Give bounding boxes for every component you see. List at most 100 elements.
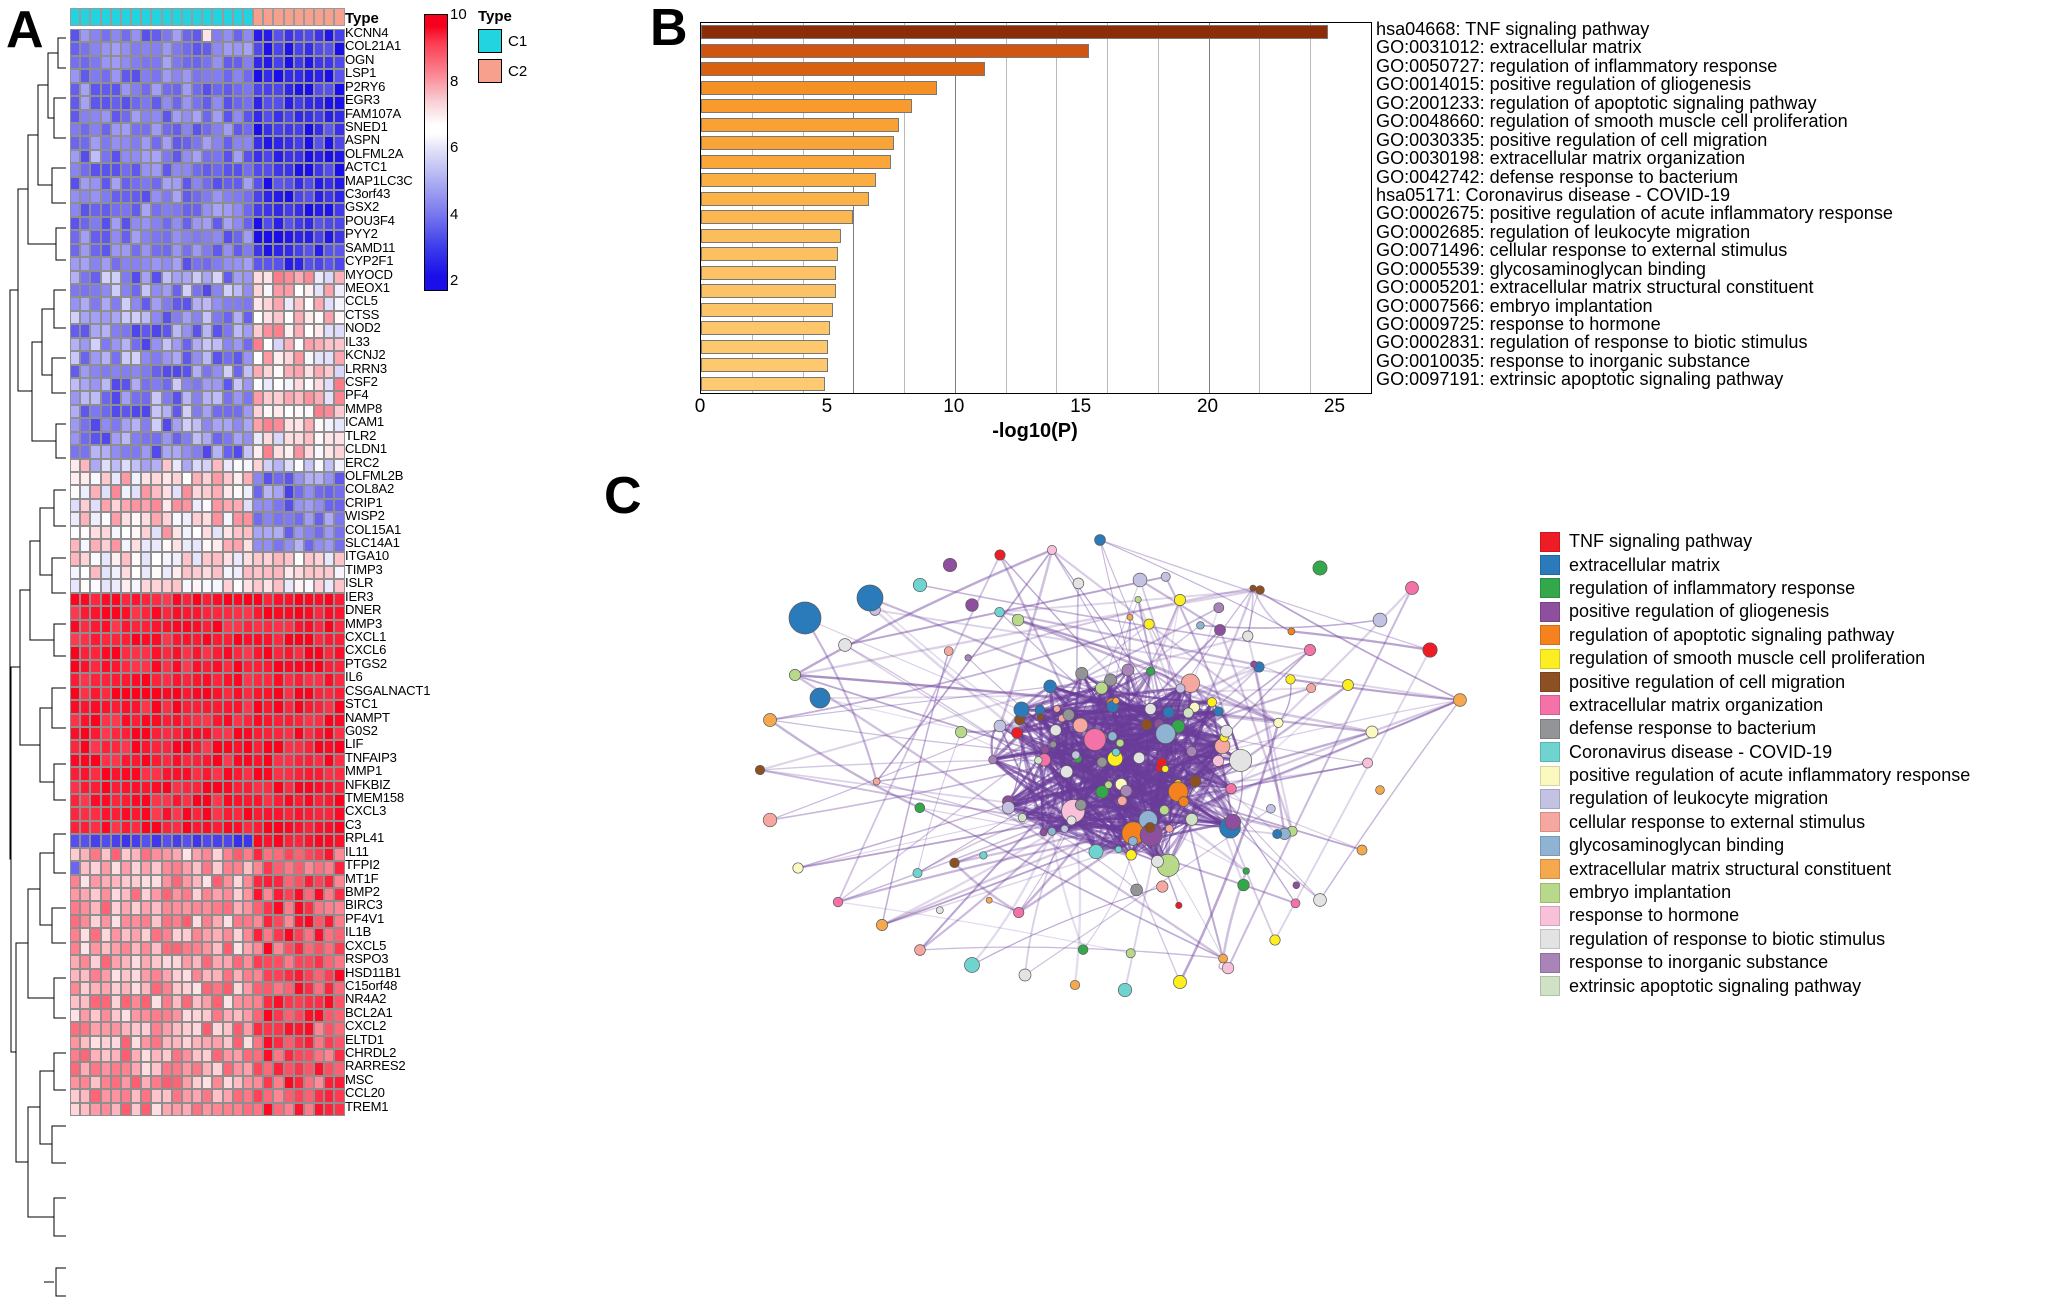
heatmap-cell: [273, 377, 284, 392]
network-legend-label: regulation of inflammatory response: [1569, 577, 1856, 598]
heatmap-cell: [303, 351, 315, 365]
heatmap-cell: [202, 163, 213, 177]
heatmap-cell: [283, 740, 294, 754]
heatmap-cell: [263, 995, 274, 1009]
heatmap-cell: [80, 981, 91, 996]
heatmap-cell: [222, 270, 233, 285]
heatmap-cell: [273, 753, 284, 768]
heatmap-cell: [232, 122, 243, 137]
heatmap-cell: [192, 659, 203, 674]
type-annotation-cell: [314, 8, 325, 26]
heatmap-cell: [212, 498, 223, 513]
heatmap-cell: [141, 364, 152, 378]
heatmap-cell: [151, 418, 162, 432]
heatmap-cell: [324, 431, 335, 446]
heatmap-cell: [171, 1008, 182, 1023]
heatmap-cell: [232, 1049, 243, 1063]
heatmap-cell: [141, 914, 152, 929]
heatmap-cell: [192, 888, 203, 902]
heatmap-cell: [293, 203, 304, 217]
heatmap-cell: [192, 337, 203, 352]
heatmap-cell: [151, 968, 162, 982]
heatmap-cell: [222, 807, 233, 821]
heatmap-cell: [100, 565, 111, 580]
heatmap-cell: [222, 230, 233, 244]
heatmap-cell: [222, 955, 233, 969]
heatmap-cell: [151, 55, 162, 70]
heatmap-cell: [151, 1022, 162, 1036]
heatmap-cell: [90, 257, 101, 271]
heatmap-cell: [263, 539, 274, 553]
heatmap-cell: [263, 418, 274, 432]
heatmap-cell: [293, 471, 304, 486]
heatmap-cell: [181, 96, 193, 110]
heatmap-cell: [283, 324, 294, 338]
gridline-major: [1208, 23, 1210, 393]
heatmap-cell: [80, 176, 91, 191]
heatmap-cell: [141, 740, 152, 754]
heatmap-cell: [232, 539, 243, 553]
network-node: [1242, 867, 1250, 875]
heatmap-cell: [222, 310, 233, 325]
heatmap-cell: [70, 149, 81, 164]
heatmap-cell: [303, 216, 315, 231]
heatmap-cell: [242, 807, 254, 821]
heatmap-cell: [110, 364, 121, 378]
heatmap-cell: [324, 713, 335, 727]
heatmap-cell: [232, 592, 243, 607]
heatmap-cell: [232, 216, 243, 231]
heatmap-cell: [171, 525, 182, 540]
heatmap-cell: [314, 1075, 325, 1090]
network-node: [988, 755, 998, 765]
heatmap-cell: [80, 243, 91, 258]
heatmap-cell: [212, 592, 223, 607]
heatmap-cell: [334, 659, 345, 674]
heatmap-cell: [161, 109, 172, 123]
heatmap-cell: [253, 458, 264, 472]
heatmap-cell: [324, 1075, 335, 1090]
heatmap-cell: [253, 955, 264, 969]
heatmap-cell: [273, 230, 284, 244]
heatmap-cell: [232, 284, 243, 298]
heatmap-cell: [314, 1008, 325, 1023]
heatmap-cell: [90, 579, 101, 593]
network-node: [1125, 849, 1137, 861]
heatmap-cell: [263, 458, 274, 472]
heatmap-cell: [151, 673, 162, 687]
network-legend-swatch: [1540, 742, 1560, 763]
gene-label: PTGS2: [345, 655, 387, 671]
heatmap-cell: [314, 955, 325, 969]
heatmap-cell: [171, 726, 182, 741]
network-node: [1115, 738, 1125, 748]
heatmap-cell: [131, 659, 142, 674]
heatmap-cell: [303, 619, 315, 633]
heatmap-cell: [324, 471, 335, 486]
heatmap-cell: [181, 807, 193, 821]
heatmap-cell: [334, 445, 345, 459]
type-annotation-cell: [232, 8, 243, 26]
heatmap-cell: [120, 1102, 132, 1117]
heatmap-cell: [253, 888, 264, 902]
heatmap-cell: [120, 1008, 132, 1023]
heatmap-cell: [120, 297, 132, 311]
heatmap-cell: [293, 807, 304, 821]
heatmap-cell: [263, 377, 274, 392]
heatmap-cell: [70, 740, 81, 754]
heatmap-cell: [171, 592, 182, 607]
heatmap-cell: [212, 955, 223, 969]
heatmap-cell: [232, 901, 243, 915]
heatmap-cell: [110, 740, 121, 754]
heatmap-cell: [70, 82, 81, 97]
network-node: [1075, 667, 1089, 680]
heatmap-cell: [303, 686, 315, 701]
heatmap-cell: [273, 243, 284, 258]
heatmap-cell: [334, 700, 345, 714]
enrichment-term-label: GO:0002685: regulation of leukocyte migr…: [1376, 221, 1751, 242]
network-node: [872, 777, 881, 786]
heatmap-cell: [110, 995, 121, 1009]
heatmap-cell: [70, 539, 81, 553]
heatmap-cell: [222, 1022, 233, 1036]
heatmap-cell: [263, 740, 274, 754]
network-legend-swatch: [1540, 672, 1560, 693]
heatmap-cell: [222, 498, 233, 513]
